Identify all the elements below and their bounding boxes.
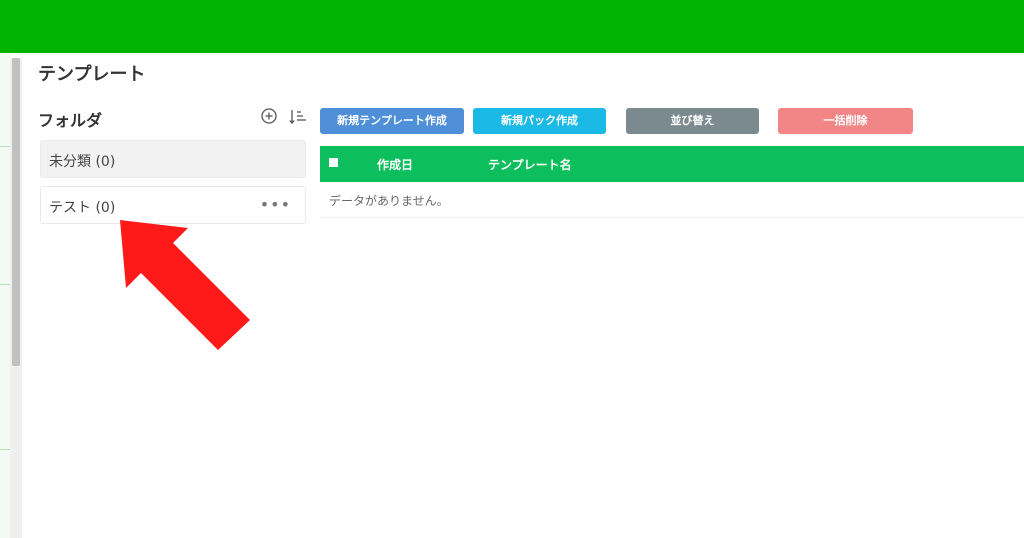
column-header-template-name[interactable]: テンプレート名 — [488, 156, 572, 173]
folder-item-label: テスト (0) — [49, 200, 116, 216]
left-nav-divider — [0, 146, 10, 147]
folder-item-label: 未分類 (0) — [49, 154, 116, 170]
table-empty-row: データがありません。 — [320, 182, 1024, 218]
left-nav-divider — [0, 284, 10, 285]
plus-circle-icon[interactable] — [261, 108, 277, 124]
folder-section-title: フォルダ — [38, 111, 103, 130]
table-header: 作成日 テンプレート名 — [320, 146, 1024, 182]
folder-item-uncategorized[interactable]: 未分類 (0) — [40, 140, 306, 178]
select-all-checkbox[interactable] — [329, 158, 338, 167]
bulk-delete-button[interactable]: 一括削除 — [778, 108, 913, 134]
left-nav-strip — [0, 53, 10, 538]
new-template-button[interactable]: 新規テンプレート作成 — [320, 108, 464, 134]
red-arrow-pointer — [118, 210, 258, 355]
page-title: テンプレート — [38, 64, 146, 85]
column-header-date[interactable]: 作成日 — [377, 156, 413, 173]
sort-list-icon[interactable] — [289, 109, 307, 125]
sort-button[interactable]: 並び替え — [626, 108, 759, 134]
left-nav-divider — [0, 449, 10, 450]
new-pack-button[interactable]: 新規パック作成 — [473, 108, 606, 134]
empty-message: データがありません。 — [329, 194, 449, 208]
more-horizontal-icon[interactable]: ••• — [260, 195, 291, 214]
top-header-bar — [0, 0, 1024, 53]
vertical-scrollbar[interactable] — [10, 58, 22, 538]
scrollbar-thumb[interactable] — [12, 58, 20, 366]
